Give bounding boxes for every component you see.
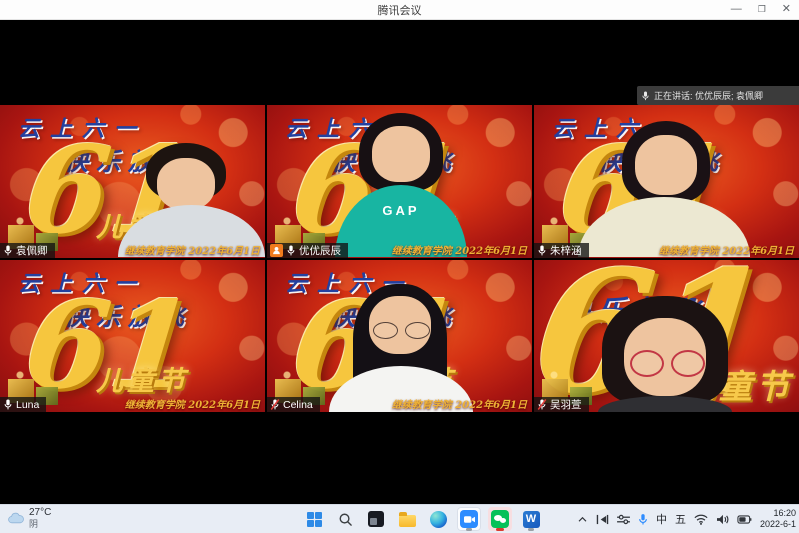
speaking-toast: 正在讲话: 优优辰辰; 袁佩卿 (637, 86, 799, 105)
windows-logo-icon (307, 512, 322, 527)
participant-name-tag: 袁佩卿 (0, 243, 55, 258)
window-titlebar: 腾讯会议 — ❐ ✕ (0, 0, 799, 20)
participant-video (586, 296, 750, 412)
banner-text: 继续教育学院 2022年6月1日 (392, 242, 527, 257)
weather-text: 27°C 阴 (29, 507, 51, 529)
video-tile[interactable]: 云上六一 快乐放飞 61 儿童节 继续教育学院 2022年6月1日 Luna (0, 260, 265, 413)
banner-text: 继续教育学院 2022年6月1日 (125, 242, 260, 257)
meeting-tray-button[interactable] (596, 514, 609, 525)
maximize-button[interactable]: ❐ (758, 5, 766, 14)
participant-name: 朱梓涵 (550, 243, 582, 258)
weather-temperature: 27°C (29, 507, 51, 519)
microphone-icon (638, 513, 648, 526)
dark-app-button[interactable] (364, 507, 388, 531)
glasses-graphic (373, 322, 430, 339)
participant-name-tag: Celina (267, 397, 320, 412)
weather-widget[interactable]: 27°C 阴 (8, 507, 51, 529)
taskbar-app-icons: W (302, 505, 543, 533)
video-tile[interactable]: 云上六一 快乐放飞 61 儿童节 继续教育学院 2022年6月1日 吴羽萱 (534, 260, 799, 413)
mic-muted-icon (537, 398, 547, 411)
participant-name: Luna (16, 399, 39, 411)
clock-date: 2022-6-1 (760, 519, 796, 530)
microphone-tray-button[interactable] (638, 513, 648, 526)
festival-text: 儿童节 (96, 359, 189, 398)
participant-name: 袁佩卿 (16, 243, 48, 258)
search-button[interactable] (333, 507, 357, 531)
shirt-text: GAP (335, 203, 467, 218)
video-grid: 云上六一 快乐放飞 61 儿童节 继续教育学院 2022年6月1日 袁佩卿 云上… (0, 105, 799, 412)
file-explorer-button[interactable] (395, 507, 419, 531)
face-graphic (635, 135, 697, 195)
edge-icon (430, 511, 447, 528)
banner-text: 继续教育学院 2022年6月1日 (392, 396, 527, 411)
tencent-meeting-button[interactable] (457, 507, 481, 531)
person-icon (272, 246, 281, 255)
volume-button[interactable] (716, 514, 729, 525)
cloud-icon (8, 512, 24, 524)
wifi-icon (694, 514, 708, 525)
participant-name: 优优辰辰 (299, 243, 341, 258)
video-tile[interactable]: 云上六一 快乐放飞 61 儿童节 继续教育学院 2022年6月1日 Celina (267, 260, 532, 413)
speaking-text: 正在讲话: 优优辰辰; 袁佩卿 (654, 89, 763, 102)
meeting-tray-icon (596, 514, 609, 525)
clock-time: 16:20 (773, 508, 796, 519)
word-button[interactable]: W (519, 507, 543, 531)
dark-app-icon (368, 511, 384, 527)
mic-icon (286, 244, 296, 257)
close-button[interactable]: ✕ (782, 4, 791, 15)
clock-widget[interactable]: 16:20 2022-6-1 (760, 508, 796, 530)
taskbar: 27°C 阴 (0, 504, 799, 533)
tray-overflow-button[interactable] (577, 516, 588, 523)
participant-name: Celina (283, 399, 313, 411)
chevron-up-icon (577, 516, 588, 523)
wechat-button[interactable] (488, 507, 512, 531)
participant-name-tag: 吴羽萱 (534, 397, 589, 412)
video-tile[interactable]: 云上六一 快乐放飞 61 儿童节 继续教育学院 2022年6月1日 GAP (267, 105, 532, 258)
audio-mixer-button[interactable] (617, 514, 630, 525)
video-tile[interactable]: 云上六一 快乐放飞 61 儿童节 继续教育学院 2022年6月1日 朱梓涵 (534, 105, 799, 258)
weather-condition: 阴 (29, 519, 51, 529)
participant-name-tag: Luna (0, 397, 46, 412)
participant-video (118, 143, 265, 257)
participant-video (325, 284, 477, 412)
banner-text: 继续教育学院 2022年6月1日 (125, 396, 260, 411)
speaker-icon (716, 514, 729, 525)
battery-button[interactable] (737, 515, 752, 524)
participant-video: GAP (335, 113, 467, 257)
mic-icon (537, 244, 547, 257)
ime-language-indicator[interactable]: 中 (656, 511, 667, 527)
mixer-icon (617, 514, 630, 525)
banner-text: 继续教育学院 2022年6月1日 (659, 242, 794, 257)
edge-browser-button[interactable] (426, 507, 450, 531)
video-tile[interactable]: 云上六一 快乐放飞 61 儿童节 继续教育学院 2022年6月1日 袁佩卿 (0, 105, 265, 258)
start-button[interactable] (302, 507, 326, 531)
mic-icon (3, 244, 13, 257)
host-badge (270, 244, 283, 257)
participant-video (578, 121, 750, 257)
wifi-button[interactable] (694, 514, 708, 525)
mic-icon (3, 398, 13, 411)
window-controls: — ❐ ✕ (731, 0, 791, 19)
word-icon: W (523, 511, 540, 528)
tencent-meeting-icon (460, 510, 478, 528)
participant-name-tag: 优优辰辰 (267, 243, 348, 258)
battery-icon (737, 515, 752, 524)
search-icon (338, 512, 353, 527)
participant-name-tag: 朱梓涵 (534, 243, 589, 258)
system-tray: 中 五 16:20 2022-6- (577, 505, 796, 533)
face-graphic (372, 126, 430, 182)
window-title: 腾讯会议 (0, 2, 799, 18)
wechat-icon (491, 510, 509, 528)
mic-icon (641, 90, 650, 102)
face-graphic (157, 158, 215, 210)
minimize-button[interactable]: — (731, 4, 742, 15)
folder-icon (399, 515, 416, 527)
ime-mode-indicator[interactable]: 五 (675, 511, 686, 527)
mic-muted-icon (270, 398, 280, 411)
participant-name: 吴羽萱 (550, 397, 582, 412)
red-glasses-graphic (630, 350, 705, 377)
